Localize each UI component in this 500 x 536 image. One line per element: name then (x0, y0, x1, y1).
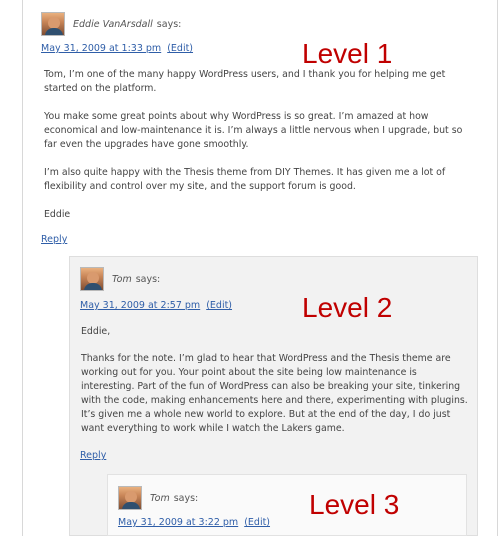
level-1-label: Level 1 (302, 38, 393, 69)
comment-paragraph: I’m also quite happy with the Thesis the… (44, 167, 446, 192)
comment-author: Tom (150, 492, 170, 504)
comment-2-header: Tom says: (80, 267, 160, 291)
says-label: says: (173, 492, 199, 504)
comment-date-link[interactable]: May 31, 2009 at 2:57 pm (80, 300, 200, 311)
says-label: says: (135, 273, 161, 285)
comment-author: Eddie VanArsdall (73, 18, 153, 30)
edit-link[interactable]: (Edit) (244, 517, 270, 528)
avatar (41, 12, 65, 36)
says-label: says: (156, 18, 182, 30)
comment-1-header: Eddie VanArsdall says: (41, 12, 181, 36)
comment-paragraph: Eddie, (81, 326, 111, 337)
comment-3-meta: May 31, 2009 at 3:22 pm (Edit) (118, 517, 270, 528)
reply-link[interactable]: Reply (80, 450, 106, 461)
comment-author: Tom (112, 273, 132, 285)
comment-date-link[interactable]: May 31, 2009 at 3:22 pm (118, 517, 238, 528)
comment-signature: Eddie (44, 209, 71, 220)
comment-1-meta: May 31, 2009 at 1:33 pm (Edit) (41, 43, 193, 54)
comment-3-header: Tom says: (118, 486, 198, 510)
reply-link[interactable]: Reply (41, 234, 67, 245)
comment-2-meta: May 31, 2009 at 2:57 pm (Edit) (80, 300, 232, 311)
comment-paragraph: Tom, I’m one of the many happy WordPress… (44, 69, 446, 94)
edit-link[interactable]: (Edit) (206, 300, 232, 311)
avatar (118, 486, 142, 510)
comment-paragraph: Thanks for the note. I’m glad to hear th… (81, 353, 468, 434)
level-2-label: Level 2 (302, 292, 393, 323)
comment-date-link[interactable]: May 31, 2009 at 1:33 pm (41, 43, 161, 54)
edit-link[interactable]: (Edit) (167, 43, 193, 54)
comment-paragraph: You make some great points about why Wor… (44, 111, 463, 150)
avatar (80, 267, 104, 291)
level-3-label: Level 3 (309, 489, 400, 520)
